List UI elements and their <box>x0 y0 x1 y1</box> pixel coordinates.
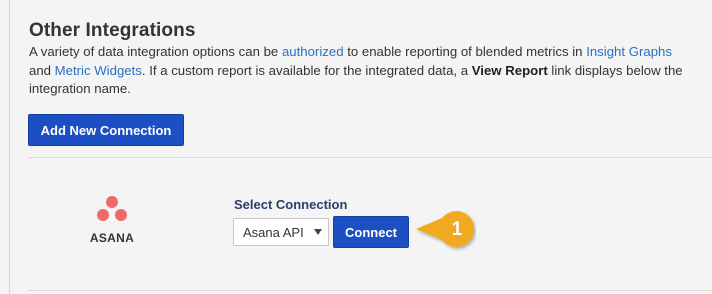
description-text-3: and <box>29 62 55 78</box>
asana-logo-dot-left <box>97 209 109 221</box>
section-title: Other Integrations <box>29 20 196 41</box>
description-text-2: to enable reporting of blended metrics i… <box>343 44 587 59</box>
connect-button[interactable]: Connect <box>333 216 409 248</box>
integrations-page: Other Integrations A variety of data int… <box>0 0 712 294</box>
connection-select[interactable]: Asana API <box>233 218 329 246</box>
divider-bottom <box>29 290 712 291</box>
asana-integration-logo: ASANA <box>80 196 144 245</box>
view-report-text: View Report <box>471 62 548 78</box>
dropdown-caret-icon <box>314 229 322 235</box>
authorized-link[interactable]: authorized <box>282 44 344 59</box>
callout-number: 1 <box>451 219 463 240</box>
asana-logo-dot-top <box>106 196 118 208</box>
connection-select-value: Asana API <box>243 224 304 240</box>
metric-widgets-link[interactable]: Metric Widgets <box>55 63 142 78</box>
description-text-4: . If a custom report is available for th… <box>141 62 472 78</box>
select-connection-label: Select Connection <box>234 197 348 212</box>
asana-logo-dot-right <box>115 209 127 221</box>
insight-graphs-link[interactable]: Insight Graphs <box>586 44 672 59</box>
integration-name: ASANA <box>89 231 135 245</box>
add-new-connection-button[interactable]: Add New Connection <box>28 114 184 146</box>
divider <box>29 157 712 158</box>
section-description: A variety of data integration options ca… <box>29 43 697 99</box>
step-callout-badge: 1 <box>414 208 476 256</box>
left-border <box>9 0 10 294</box>
asana-logo-icon <box>92 196 132 226</box>
description-text-1: A variety of data integration options ca… <box>29 44 282 59</box>
